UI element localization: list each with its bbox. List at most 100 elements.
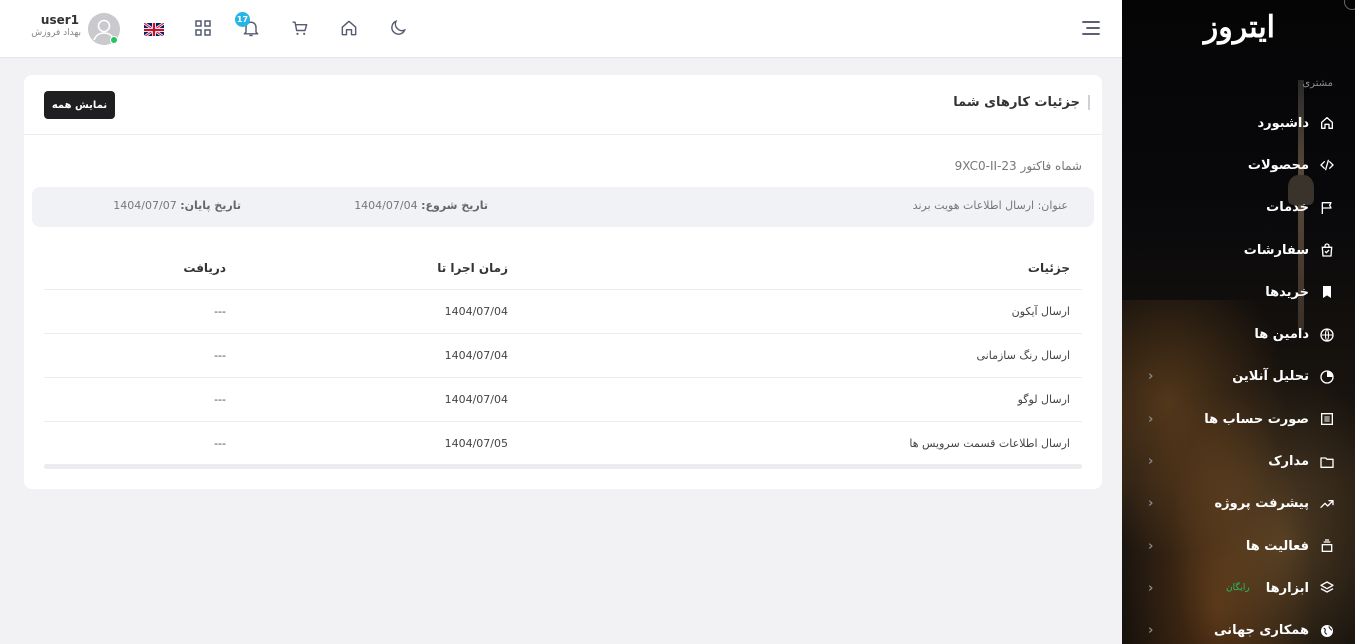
code-icon — [1317, 155, 1337, 175]
stack-icon — [1317, 536, 1337, 556]
cell-receive: --- — [44, 377, 226, 422]
chevron-left-icon: ‹ — [1148, 496, 1154, 512]
sidebar-item-label: ابزارها — [1265, 580, 1309, 596]
info-start-label: تاریخ شروع: — [421, 199, 488, 212]
layers-icon — [1317, 578, 1337, 598]
sidebar-item-label: صورت حساب ها — [1204, 411, 1309, 427]
column-header-receive: دریافت — [44, 247, 226, 290]
free-badge: رایگان — [1226, 583, 1250, 594]
info-title-label: عنوان: — [1037, 199, 1068, 212]
sidebar-item-purchases[interactable]: خریدها — [1122, 271, 1355, 313]
cell-receive: --- — [44, 421, 226, 466]
cell-receive: --- — [44, 333, 226, 378]
tasks-table: جزئیات زمان اجرا تا دریافت ارسال آیکون 1… — [44, 247, 1082, 466]
chevron-left-icon: ‹ — [1148, 538, 1154, 554]
chevron-left-icon: ‹ — [1148, 623, 1154, 639]
chevron-left-icon: ‹ — [1148, 411, 1154, 427]
cell-deadline: 1404/07/04 — [226, 333, 508, 378]
dark-mode-moon-icon[interactable] — [387, 17, 409, 39]
folder-icon — [1317, 452, 1337, 472]
table-row: ارسال اطلاعات قسمت سرویس ها 1404/07/05 -… — [44, 421, 1082, 466]
sidebar-item-label: همکاری جهانی — [1214, 623, 1309, 639]
shopping-bag-icon — [1317, 240, 1337, 260]
table-row: ارسال آیکون 1404/07/04 --- — [44, 289, 1082, 334]
cart-icon[interactable] — [289, 17, 311, 39]
cell-receive: --- — [44, 289, 226, 334]
chevron-left-icon: ‹ — [1148, 369, 1154, 385]
card-header: جزئیات کارهای شما نمایش همه — [24, 75, 1102, 135]
sidebar-item-label: خدمات — [1266, 200, 1309, 216]
card-title: جزئیات کارهای شما — [953, 95, 1090, 110]
sidebar-item-label: مدارک — [1268, 454, 1309, 470]
sidebar-item-dashboard[interactable]: داشبورد — [1122, 102, 1355, 144]
table-row: ارسال لوگو 1404/07/04 --- — [44, 377, 1082, 422]
info-end-value: 1404/07/07 — [113, 199, 177, 212]
uk-flag-icon[interactable] — [144, 22, 164, 36]
table-header-row: جزئیات زمان اجرا تا دریافت — [44, 247, 1082, 290]
task-info-box: عنوان: ارسال اطلاعات هویت برند تاریخ شرو… — [32, 187, 1094, 227]
info-start-value: 1404/07/04 — [354, 199, 418, 212]
sidebar-item-label: محصولات — [1247, 157, 1309, 173]
sidebar-item-products[interactable]: محصولات — [1122, 144, 1355, 186]
cell-deadline: 1404/07/04 — [226, 289, 508, 334]
sidebar-item-label: پیشرفت پروژه — [1214, 496, 1309, 512]
info-end-date: تاریخ پایان: 1404/07/07 — [113, 199, 241, 212]
flag-icon — [1317, 198, 1337, 218]
cell-details: ارسال رنگ سازمانی — [508, 333, 1082, 378]
invoice-number: شماه فاکتور 23-9XC0-II — [954, 159, 1082, 173]
info-start-date: تاریخ شروع: 1404/07/04 — [354, 199, 488, 212]
user-subtitle: بهداد فروزش — [31, 28, 81, 38]
info-end-label: تاریخ پایان: — [180, 199, 241, 212]
sidebar-item-online-analysis[interactable]: تحلیل آنلاین ‹ — [1122, 356, 1355, 398]
online-status-dot — [110, 36, 118, 44]
home-icon[interactable] — [338, 17, 360, 39]
column-header-details: جزئیات — [508, 247, 1082, 290]
sidebar-item-domains[interactable]: دامین ها — [1122, 313, 1355, 355]
info-title-value: ارسال اطلاعات هویت برند — [912, 199, 1035, 212]
brand-logo[interactable]: ایتروز — [1204, 10, 1276, 45]
world-icon — [1317, 621, 1337, 641]
sidebar-item-label: داشبورد — [1257, 115, 1309, 131]
cell-deadline: 1404/07/05 — [226, 421, 508, 466]
bookmark-icon — [1317, 282, 1337, 302]
cell-details: ارسال لوگو — [508, 377, 1082, 422]
sidebar-item-activities[interactable]: فعالیت ها ‹ — [1122, 525, 1355, 567]
section-label: مشتری — [1302, 78, 1333, 89]
pie-chart-icon — [1317, 367, 1337, 387]
sidebar-item-orders[interactable]: سفارشات — [1122, 229, 1355, 271]
cell-details: ارسال اطلاعات قسمت سرویس ها — [508, 421, 1082, 466]
sidebar: ایتروز مشتری داشبورد محصولات خدمات سفارش… — [1122, 0, 1355, 644]
hamburger-menu-icon[interactable] — [1080, 17, 1102, 39]
sidebar-item-label: دامین ها — [1254, 327, 1309, 343]
apps-grid-icon[interactable] — [192, 17, 214, 39]
globe-icon — [1317, 325, 1337, 345]
sidebar-item-label: خریدها — [1265, 284, 1309, 300]
sidebar-item-tools[interactable]: ابزارها رایگان ‹ — [1122, 567, 1355, 609]
sidebar-item-project-progress[interactable]: پیشرفت پروژه ‹ — [1122, 483, 1355, 525]
show-all-button[interactable]: نمایش همه — [44, 91, 115, 119]
chevron-left-icon: ‹ — [1148, 580, 1154, 596]
table-row: ارسال رنگ سازمانی 1404/07/04 --- — [44, 333, 1082, 378]
trending-up-icon — [1317, 494, 1337, 514]
user-name[interactable]: user1 — [41, 13, 79, 27]
sidebar-item-label: فعالیت ها — [1245, 538, 1309, 554]
task-details-card: جزئیات کارهای شما نمایش همه شماه فاکتور … — [24, 75, 1102, 489]
cell-deadline: 1404/07/04 — [226, 377, 508, 422]
sidebar-item-global-cooperation[interactable]: همکاری جهانی ‹ — [1122, 610, 1355, 644]
invoice-icon — [1317, 409, 1337, 429]
sidebar-item-label: تحلیل آنلاین — [1232, 369, 1309, 385]
home-icon — [1317, 113, 1337, 133]
cell-details: ارسال آیکون — [508, 289, 1082, 334]
sidebar-item-services[interactable]: خدمات — [1122, 187, 1355, 229]
topbar: 17 user1 بهداد فروزش — [0, 0, 1122, 58]
info-title: عنوان: ارسال اطلاعات هویت برند — [913, 199, 1068, 212]
notification-count-badge: 17 — [235, 12, 250, 27]
sidebar-menu: داشبورد محصولات خدمات سفارشات خریدها دام… — [1122, 102, 1355, 644]
chevron-left-icon: ‹ — [1148, 454, 1154, 470]
sidebar-item-label: سفارشات — [1243, 242, 1309, 258]
collapse-toggle[interactable] — [1344, 0, 1355, 10]
table-horizontal-scrollbar[interactable] — [44, 464, 1082, 469]
sidebar-item-invoices[interactable]: صورت حساب ها ‹ — [1122, 398, 1355, 440]
sidebar-item-documents[interactable]: مدارک ‹ — [1122, 440, 1355, 482]
column-header-deadline: زمان اجرا تا — [226, 247, 508, 290]
